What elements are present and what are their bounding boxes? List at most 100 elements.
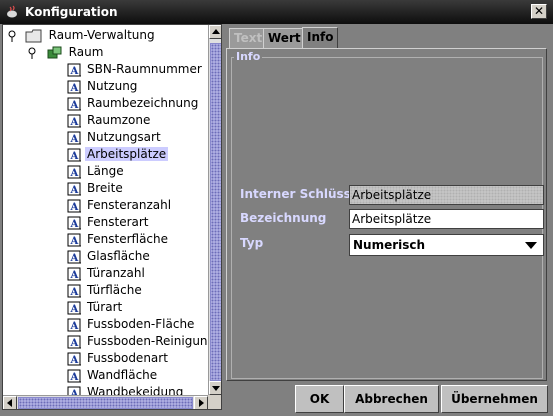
svg-text:A: A — [70, 202, 79, 213]
svg-text:A: A — [70, 355, 79, 366]
attribute-icon: A — [67, 267, 81, 281]
type-select[interactable]: Numerisch — [349, 234, 544, 256]
tree-leaf-label: Fussboden-Reinigung — [87, 334, 208, 348]
tab-text[interactable]: Text — [229, 28, 268, 48]
tree-leaf-label: Fensterart — [87, 215, 149, 229]
attribute-icon: A — [67, 114, 81, 128]
tree-leaf-item[interactable]: A Wandbekeidung — [67, 384, 185, 395]
attribute-icon: A — [67, 216, 81, 230]
tree-leaf-label: Breite — [87, 181, 123, 195]
tree-node-label: Raum-Verwaltung — [48, 28, 155, 42]
attribute-icon: A — [67, 80, 81, 94]
horizontal-scroll-thumb[interactable] — [18, 397, 193, 409]
tree-node-label: Raum — [68, 45, 104, 59]
close-button[interactable]: ✕ — [531, 4, 547, 19]
arrow-up-icon — [212, 29, 220, 34]
tree-leaf-item[interactable]: A Arbeitsplätze — [67, 146, 169, 163]
scroll-up-button[interactable] — [209, 25, 221, 39]
tree-panel: Raum-Verwaltung Raum A SBN-Raumnummer A Nut… — [2, 24, 222, 410]
attribute-icon: A — [67, 386, 81, 395]
name-field[interactable]: Arbeitsplätze — [349, 209, 544, 229]
attribute-icon: A — [67, 97, 81, 111]
tree-leaf-item[interactable]: A Fensteranzahl — [67, 197, 173, 214]
svg-text:A: A — [70, 236, 79, 247]
tree-leaf-item[interactable]: A Raumzone — [67, 112, 152, 129]
svg-text:A: A — [70, 134, 79, 145]
svg-text:A: A — [70, 185, 79, 196]
svg-text:A: A — [70, 168, 79, 179]
component-icon — [47, 46, 62, 58]
tree-expand-handle-icon[interactable] — [27, 46, 37, 60]
tree-leaf-item[interactable]: A Fensterart — [67, 214, 151, 231]
tree-leaf-label: Nutzung — [87, 79, 138, 93]
tree-leaf-label: Türart — [87, 300, 123, 314]
tree-leaf-item[interactable]: A Fussboden-Reinigung — [67, 333, 208, 350]
tree-leaf-item[interactable]: A Fussbodenart — [67, 350, 170, 367]
scroll-down-button[interactable] — [209, 381, 221, 395]
group-title: Info — [234, 50, 263, 63]
tree-leaf-label: Fussboden-Fläche — [87, 317, 195, 331]
type-label: Typ — [240, 236, 264, 250]
ok-button[interactable]: OK — [295, 385, 344, 413]
internal-key-field: Arbeitsplätze — [349, 185, 544, 205]
config-window: Konfiguration ✕ Raum-Verwaltung Raum A S… — [0, 0, 553, 416]
title-bar: Konfiguration ✕ — [0, 0, 553, 24]
horizontal-scrollbar[interactable] — [3, 395, 208, 409]
button-bar: OK Abbrechen Übernehmen — [225, 382, 553, 416]
tree-leaf-item[interactable]: A Türart — [67, 299, 124, 316]
tree-leaf-item[interactable]: A Glasfläche — [67, 248, 152, 265]
tab-info[interactable]: Info — [302, 27, 339, 49]
svg-text:A: A — [70, 151, 79, 162]
attribute-icon: A — [67, 335, 81, 349]
attribute-icon: A — [67, 148, 81, 162]
scroll-left-button[interactable] — [3, 396, 17, 409]
attribute-icon: A — [67, 301, 81, 315]
svg-text:A: A — [70, 117, 79, 128]
tree-leaf-item[interactable]: A SBN-Raumnummer — [67, 61, 204, 78]
tree-leaf-label: Fensterfläche — [87, 232, 169, 246]
svg-text:A: A — [70, 219, 79, 230]
vertical-scroll-thumb[interactable] — [210, 43, 221, 381]
svg-text:A: A — [70, 338, 79, 349]
cancel-button[interactable]: Abbrechen — [344, 385, 439, 413]
tree-leaf-item[interactable]: A Wandfläche — [67, 367, 159, 384]
tree-leaf-item[interactable]: A Nutzung — [67, 78, 139, 95]
tree-leaf-label: Länge — [87, 164, 124, 178]
attribute-icon: A — [67, 250, 81, 264]
tree-leaf-item[interactable]: A Breite — [67, 180, 125, 197]
info-group: Info Interner Schlüssel Arbeitsplätze Be… — [231, 50, 544, 379]
tab-wert[interactable]: Wert — [263, 28, 306, 48]
tree-node-raum[interactable]: Raum — [27, 44, 105, 61]
tree-leaf-label: Arbeitsplätze — [85, 147, 169, 161]
tree-leaf-item[interactable]: A Türanzahl — [67, 265, 147, 282]
tree-leaf-item[interactable]: A Nutzungsart — [67, 129, 163, 146]
tree-node-root[interactable]: Raum-Verwaltung — [7, 27, 157, 44]
attribute-icon: A — [67, 199, 81, 213]
tree-view: Raum-Verwaltung Raum A SBN-Raumnummer A Nut… — [3, 25, 208, 395]
tree-leaf-item[interactable]: A Türfläche — [67, 282, 144, 299]
svg-text:A: A — [70, 321, 79, 332]
arrow-left-icon — [7, 399, 12, 407]
tree-leaf-item[interactable]: A Raumbezeichnung — [67, 95, 200, 112]
attribute-icon: A — [67, 352, 81, 366]
attribute-icon: A — [67, 63, 81, 77]
chevron-down-icon — [525, 242, 537, 249]
tree-expand-handle-icon[interactable] — [7, 29, 17, 43]
vertical-scrollbar[interactable] — [208, 25, 221, 395]
tree-leaf-label: SBN-Raumnummer — [87, 62, 202, 76]
tree-leaf-item[interactable]: A Fensterfläche — [67, 231, 170, 248]
tree-leaf-label: Raumbezeichnung — [87, 96, 199, 110]
attribute-icon: A — [67, 318, 81, 332]
svg-text:A: A — [70, 100, 79, 111]
tree-leaf-label: Türanzahl — [87, 266, 145, 280]
internal-key-label: Interner Schlüssel — [240, 187, 364, 201]
svg-text:A: A — [70, 83, 79, 94]
type-select-value: Numerisch — [353, 238, 426, 252]
tree-leaf-item[interactable]: A Länge — [67, 163, 126, 180]
apply-button[interactable]: Übernehmen — [441, 385, 548, 413]
tab-content: Info Interner Schlüssel Arbeitsplätze Be… — [226, 48, 547, 381]
attribute-icon: A — [67, 284, 81, 298]
scroll-right-button[interactable] — [194, 396, 208, 409]
java-cup-icon — [7, 5, 17, 18]
tree-leaf-item[interactable]: A Fussboden-Fläche — [67, 316, 196, 333]
